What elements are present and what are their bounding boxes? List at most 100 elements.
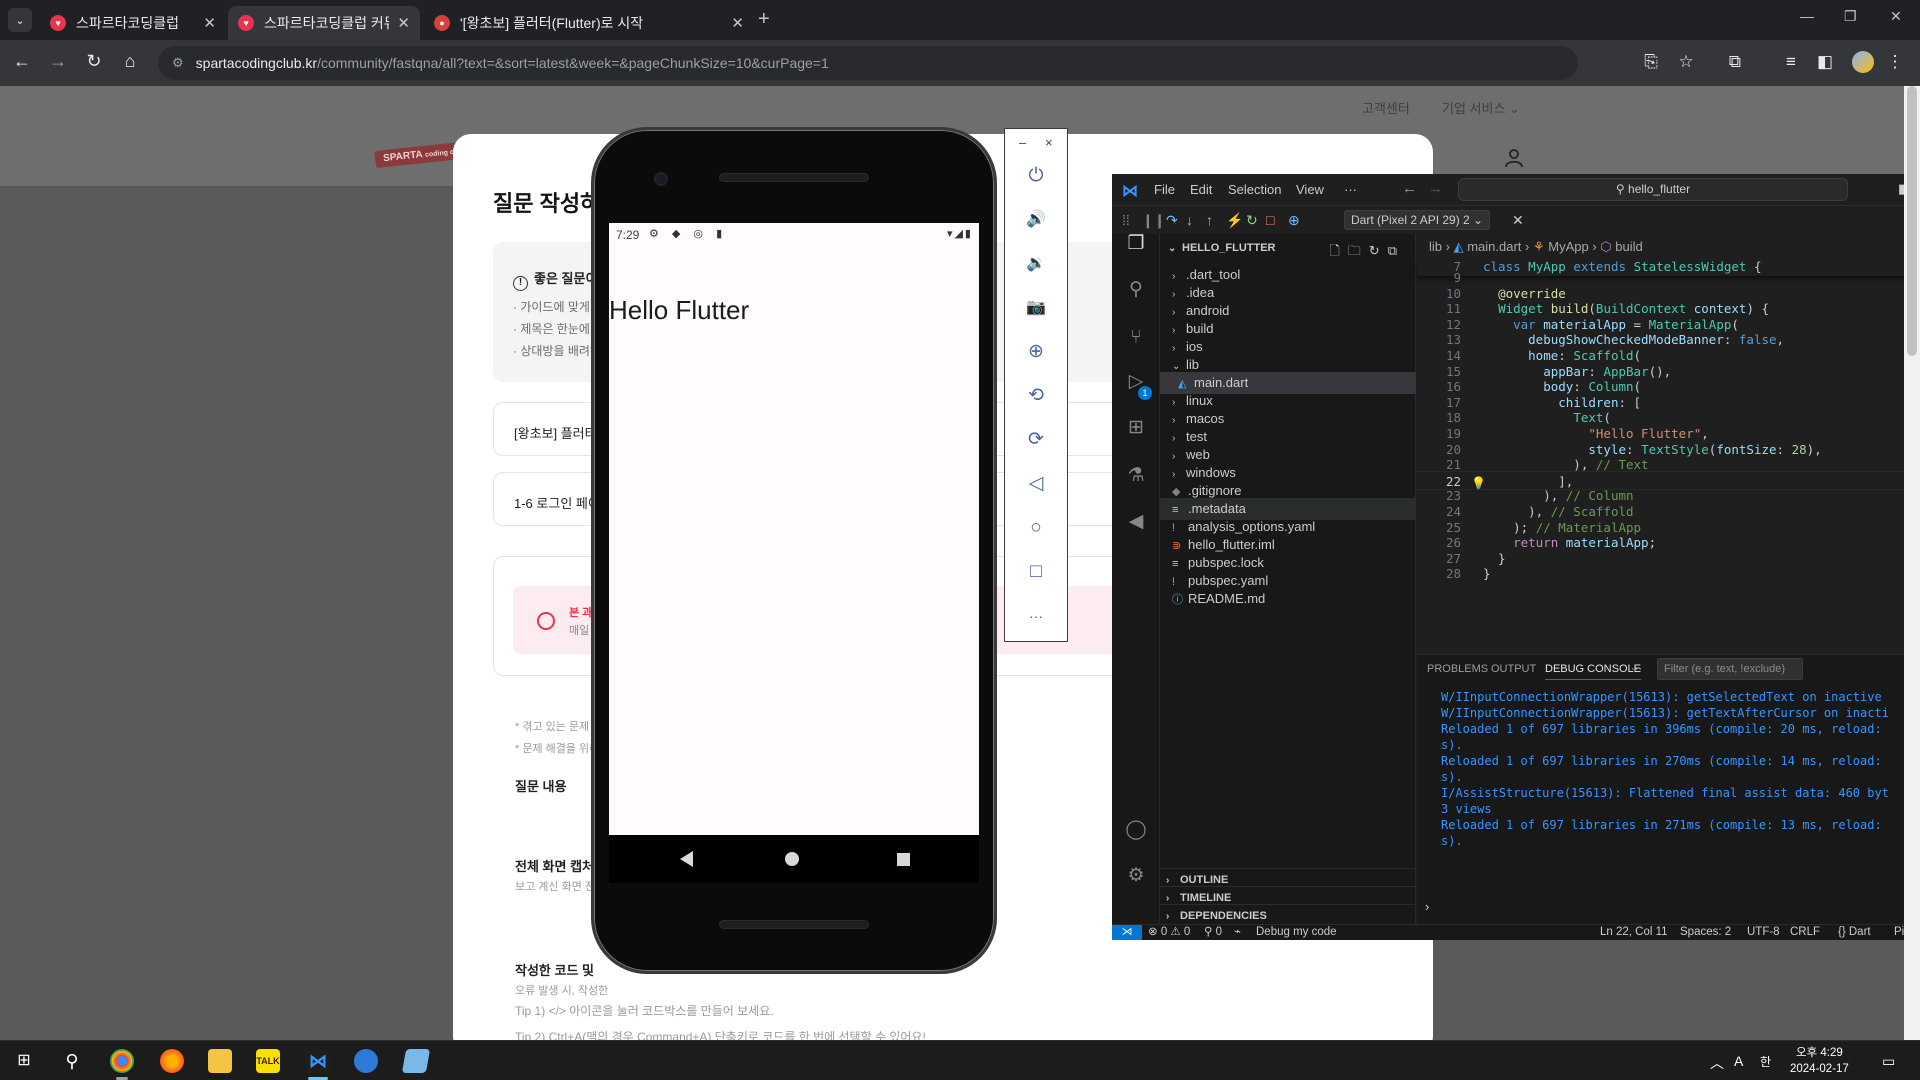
page-scrollbar[interactable] — [1904, 86, 1920, 1040]
hot-reload-icon[interactable]: ⚡ — [1226, 212, 1243, 229]
emu-close-icon[interactable]: × — [1045, 135, 1053, 150]
debug-my-code-status[interactable]: Debug my code — [1256, 925, 1337, 940]
kakaotalk-icon[interactable]: TALK — [256, 1049, 280, 1073]
tab-output[interactable]: OUTPUT — [1491, 663, 1536, 675]
tab-debug-console[interactable]: DEBUG CONSOLE — [1545, 663, 1641, 680]
scrollbar-thumb[interactable] — [1907, 86, 1917, 356]
breadcrumb-lib[interactable]: lib — [1429, 239, 1442, 254]
power-icon[interactable]: ⏻ — [1023, 163, 1049, 189]
menu-edit[interactable]: Edit — [1190, 182, 1212, 197]
debug-config-icon[interactable]: ⌁ — [1234, 925, 1241, 940]
back-icon[interactable]: ◁ — [1023, 471, 1049, 497]
overview-icon[interactable]: □ — [1023, 559, 1049, 585]
nav-home-icon[interactable] — [785, 852, 799, 866]
tray-language[interactable]: A — [1734, 1053, 1743, 1069]
step-over-icon[interactable]: ↷ — [1166, 212, 1178, 229]
drag-handle-icon[interactable]: ⁞⁞ — [1122, 212, 1130, 228]
extensions-icon[interactable]: ⊞ — [1124, 416, 1148, 440]
breadcrumb-method[interactable]: build — [1615, 239, 1642, 254]
new-folder-icon[interactable]: 🗀 — [1348, 243, 1369, 258]
rotate-left-icon[interactable]: ⟲ — [1023, 383, 1049, 409]
profile-avatar[interactable] — [1852, 51, 1874, 73]
eol-status[interactable]: CRLF — [1790, 925, 1820, 940]
problems-status[interactable]: ⊗ 0 ⚠ 0 — [1148, 925, 1190, 940]
emu-minimize-icon[interactable]: – — [1019, 135, 1026, 150]
code-line[interactable]: 28} — [1417, 564, 1920, 583]
rotate-right-icon[interactable]: ⟳ — [1023, 427, 1049, 453]
site-info-icon[interactable]: ⚙ — [172, 55, 184, 71]
pause-icon[interactable]: ❙❙ — [1142, 212, 1165, 229]
new-tab-button[interactable]: + — [758, 8, 770, 31]
vscode-taskbar-icon[interactable]: ⋈ — [306, 1049, 330, 1073]
media-controls-icon[interactable]: ≡ — [1780, 52, 1802, 72]
debug-device-select[interactable]: Dart (Pixel 2 API 29) 2 ⌄ — [1344, 210, 1491, 230]
step-out-icon[interactable]: ↑ — [1206, 212, 1213, 228]
menu-more[interactable]: ··· — [1344, 182, 1357, 197]
search-icon[interactable]: ⚲ — [1124, 278, 1148, 302]
notepad-icon[interactable] — [401, 1049, 431, 1073]
refresh-icon[interactable]: ↻ — [1369, 243, 1388, 258]
home-icon[interactable]: ○ — [1023, 515, 1049, 541]
menu-file[interactable]: File — [1154, 182, 1175, 197]
settings-gear-icon[interactable]: ⚙ — [1124, 864, 1148, 888]
close-window-icon[interactable]: ✕ — [1890, 8, 1902, 25]
reload-icon[interactable]: ↻ — [82, 51, 106, 72]
devtools-icon[interactable]: ⊕ — [1288, 212, 1300, 229]
search-icon[interactable]: ⚲ — [60, 1049, 84, 1073]
firefox-icon[interactable] — [160, 1049, 184, 1073]
breadcrumb-file[interactable]: main.dart — [1467, 239, 1521, 254]
bookmark-star-icon[interactable]: ☆ — [1675, 52, 1697, 72]
address-bar[interactable]: ⚙ spartacodingclub.kr/community/fastqna/… — [158, 46, 1578, 80]
forward-arrow-icon[interactable]: → — [46, 51, 70, 72]
chrome-menu-icon[interactable]: ⋮ — [1884, 52, 1906, 72]
dependencies-section[interactable]: › DEPENDENCIES — [1160, 904, 1416, 926]
remote-icon[interactable]: ⋊ — [1112, 925, 1142, 940]
tab-search-button[interactable]: ⌄ — [8, 8, 32, 32]
collapse-all-icon[interactable]: ⧉ — [1388, 243, 1405, 258]
console-prompt-icon[interactable]: › — [1425, 899, 1429, 914]
more-icon[interactable]: ··· — [1023, 603, 1049, 629]
zoom-icon[interactable]: ⊕ — [1023, 339, 1049, 365]
menu-selection[interactable]: Selection — [1228, 182, 1281, 197]
forward-arrow-icon[interactable]: → — [1428, 180, 1443, 197]
close-tab-icon[interactable]: ✕ — [731, 14, 744, 32]
home-icon[interactable]: ⌂ — [118, 51, 142, 72]
windows-start-icon[interactable]: ⊞ — [12, 1049, 36, 1073]
code-editor[interactable]: lib › ◭ main.dart › ⚘ MyApp › ⬡ build 7c… — [1417, 234, 1920, 654]
user-icon[interactable] — [1504, 148, 1524, 168]
explorer-icon[interactable]: ❐ — [1124, 232, 1148, 256]
app-icon[interactable] — [354, 1049, 378, 1073]
restore-icon[interactable]: ❐ — [1844, 8, 1857, 25]
volume-down-icon[interactable]: 🔉 — [1023, 251, 1049, 277]
tray-overflow-icon[interactable]: ︿ — [1710, 1053, 1724, 1073]
tab-problems[interactable]: PROBLEMS — [1427, 663, 1488, 675]
console-filter-input[interactable]: Filter (e.g. text, !exclude) — [1657, 658, 1803, 680]
encoding-status[interactable]: UTF-8 — [1747, 925, 1780, 940]
chrome-icon[interactable] — [110, 1049, 134, 1073]
install-app-icon[interactable]: ⎘ — [1640, 52, 1662, 72]
flutter-icon[interactable]: ◀ — [1124, 510, 1148, 534]
cursor-position-status[interactable]: Ln 22, Col 11 — [1600, 925, 1668, 940]
nav-back-icon[interactable] — [680, 851, 693, 867]
close-tab-icon[interactable]: ✕ — [397, 14, 410, 32]
new-file-icon[interactable]: 🗋 — [1329, 243, 1347, 258]
close-tab-icon[interactable]: ✕ — [203, 14, 216, 32]
testing-icon[interactable]: ⚗ — [1124, 464, 1148, 488]
command-center-search[interactable]: ⚲ hello_flutter — [1458, 178, 1848, 201]
menu-view[interactable]: View — [1296, 182, 1324, 197]
camera-icon[interactable]: 📷 — [1023, 295, 1049, 321]
step-into-icon[interactable]: ↓ — [1186, 212, 1193, 228]
source-control-icon[interactable]: ⑂ — [1124, 326, 1148, 350]
minimize-icon[interactable]: — — [1800, 8, 1814, 24]
tree-item[interactable]: ⓘ README.md — [1160, 588, 1416, 610]
notification-icon[interactable]: ▭ — [1882, 1053, 1895, 1070]
extensions-icon[interactable]: ⧉ — [1724, 52, 1746, 72]
restart-icon[interactable]: ↻ — [1246, 212, 1258, 229]
volume-up-icon[interactable]: 🔊 — [1023, 207, 1049, 233]
back-arrow-icon[interactable]: ← — [1402, 180, 1417, 197]
phone-screen[interactable]: 7:29 ⚙ ◆ ◎ ▮ ▾◢▮ Hello Flutter — [609, 223, 979, 835]
nav-recent-icon[interactable] — [897, 853, 910, 866]
account-icon[interactable]: ◯ — [1124, 818, 1148, 842]
language-status[interactable]: {} Dart — [1838, 925, 1871, 940]
taskbar-clock[interactable]: 오후 4:29 2024-02-17 — [1790, 1045, 1849, 1077]
